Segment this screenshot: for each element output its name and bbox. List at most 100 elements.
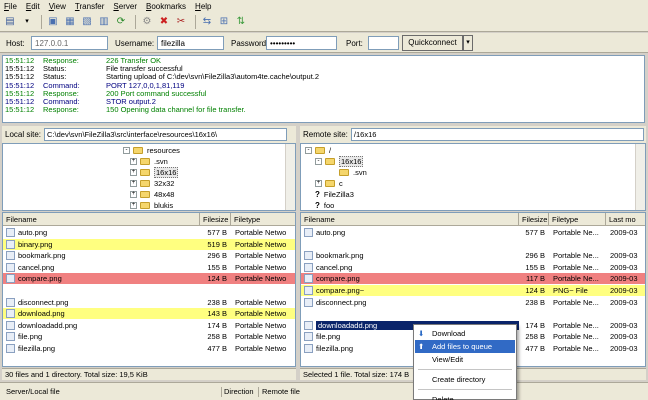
local-tree-scrollbar[interactable] (285, 144, 295, 210)
tree-node[interactable]: + .svn (130, 156, 168, 167)
menu-server[interactable]: Server (113, 1, 137, 13)
host-input[interactable]: 127.0.0.1 (31, 36, 108, 50)
file-size: 238 B (207, 297, 227, 307)
remote-col-filetype[interactable]: Filetype (549, 213, 606, 225)
tree-node[interactable]: + blukis (130, 200, 173, 210)
local-col-filename[interactable]: Filename (3, 213, 200, 225)
compare-icon[interactable]: ⊞ (217, 15, 231, 29)
menu-help[interactable]: Help (195, 1, 211, 13)
file-row[interactable] (3, 285, 295, 296)
tree-node[interactable]: - resources (123, 145, 180, 156)
file-row[interactable]: disconnect.png 238 B Portable Netwo (3, 296, 295, 308)
queue-col-direction[interactable]: Direction (221, 387, 254, 397)
file-type: Portable Netwo (235, 297, 287, 307)
tree-node[interactable]: + c (315, 178, 343, 189)
expand-icon[interactable]: + (315, 180, 322, 187)
local-col-filetype[interactable]: Filetype (231, 213, 295, 225)
refresh-icon[interactable]: ⟳ (114, 15, 128, 29)
file-size: 155 B (207, 262, 227, 272)
expand-icon[interactable]: + (130, 191, 137, 198)
file-row[interactable]: compare.png 124 B Portable Netwo (3, 273, 295, 285)
menu-transfer[interactable]: Transfer (75, 1, 105, 13)
file-row[interactable]: compare.png~ 124 B PNG~ File 2009-03 (301, 285, 645, 296)
expand-icon[interactable]: + (130, 169, 137, 176)
toggle-tree-icon[interactable]: ▦ (63, 15, 77, 29)
site-manager-icon[interactable]: ▤ (3, 15, 17, 29)
toggle-remote-tree-icon[interactable]: ▧ (80, 15, 94, 29)
ctx-delete[interactable]: Delete (415, 393, 515, 400)
file-row[interactable]: filezilla.png 477 B Portable Netwo (3, 343, 295, 354)
file-row[interactable]: binary.png 519 B Portable Netwo (3, 238, 295, 250)
tree-node[interactable]: .svn (329, 167, 367, 178)
menu-edit[interactable]: Edit (26, 1, 40, 13)
png-file-icon (6, 251, 15, 261)
file-row[interactable]: downloadadd.png 174 B Portable Netwo (3, 319, 295, 331)
message-log[interactable]: 15:51:12 Response: 226 Transfer OK 15:51:12… (2, 55, 645, 123)
file-row[interactable]: auto.png 577 B Portable Netwo (3, 227, 295, 238)
ctx-add-files-to-queue[interactable]: ⬆ Add files to queue (415, 340, 515, 353)
file-row[interactable]: compare.png 117 B Portable Ne... 2009-03 (301, 273, 645, 285)
local-file-list[interactable]: Filename Filesize Filetype auto.png 577 B… (2, 212, 296, 367)
menu-bookmarks[interactable]: Bookmarks (146, 1, 186, 13)
file-row[interactable]: file.png 258 B Portable Netwo (3, 331, 295, 343)
reconnect-icon[interactable]: ⇆ (200, 15, 214, 29)
tree-node[interactable]: - 16x16 (315, 156, 364, 167)
menu-label-rest: ransfer (79, 1, 105, 11)
ctx-view-edit[interactable]: View/Edit (415, 353, 515, 366)
quickconnect-button[interactable]: Quickconnect (402, 35, 463, 51)
password-input[interactable]: ••••••••• (266, 36, 337, 50)
disconnect-icon[interactable]: ✂ (174, 15, 188, 29)
file-row[interactable]: disconnect.png 238 B Portable Ne... 2009-03 (301, 296, 645, 308)
local-site-path[interactable]: C:\dev\svn\FileZilla3\src\interface\reso… (44, 128, 288, 141)
download-icon: ⬇ (418, 329, 425, 338)
tree-node[interactable]: +48x48 (130, 189, 174, 200)
file-row[interactable]: bookmark.png 296 B Portable Netwo (3, 250, 295, 262)
remote-site-path[interactable]: /16x16 (350, 128, 644, 141)
collapse-icon[interactable]: - (123, 147, 130, 154)
remote-col-filesize[interactable]: Filesize (519, 213, 549, 225)
menu-view[interactable]: View (49, 1, 66, 13)
queue-col-server[interactable]: Server/Local file (6, 387, 60, 396)
tree-node[interactable]: +16x16 (130, 167, 179, 178)
toggle-queue-icon[interactable]: ▥ (97, 15, 111, 29)
png-file-icon (6, 274, 15, 284)
ctx-download[interactable]: ⬇ Download (415, 327, 515, 340)
folder-icon (325, 158, 335, 165)
expand-icon[interactable]: + (130, 180, 137, 187)
ctx-create-directory[interactable]: Create directory (415, 373, 515, 386)
tree-node[interactable]: ? FileZilla3 (315, 189, 354, 200)
remote-tree-scrollbar[interactable] (635, 144, 645, 210)
menu-file[interactable]: File (4, 1, 17, 13)
local-dir-tree[interactable]: - resources + .svn +16x16 +32x32 +48x48 + blukis (2, 143, 296, 211)
queue-col-remote[interactable]: Remote file (258, 387, 300, 397)
log-line: 15:51:12 Response: 200 Port command succes… (5, 89, 642, 98)
file-row[interactable]: bookmark.png 296 B Portable Ne... 2009-03 (301, 250, 645, 262)
dropdown-arrow-icon[interactable]: ▾ (20, 15, 34, 29)
file-row[interactable] (301, 308, 645, 320)
tree-node[interactable]: +32x32 (130, 178, 174, 189)
file-row[interactable]: download.png 143 B Portable Netwo (3, 308, 295, 320)
remote-col-filename[interactable]: Filename (301, 213, 519, 225)
tree-node[interactable]: ? foo (315, 200, 334, 210)
local-col-filesize[interactable]: Filesize (200, 213, 231, 225)
remote-dir-tree[interactable]: - / -16x16 .svn + c? FileZilla3? foo (300, 143, 646, 211)
remote-col-lastmod[interactable]: Last mo (606, 213, 645, 225)
toggle-log-icon[interactable]: ▣ (46, 15, 60, 29)
toolbar-separator (195, 15, 196, 29)
expand-icon[interactable]: + (130, 158, 137, 165)
file-row[interactable]: cancel.png 155 B Portable Netwo (3, 261, 295, 273)
file-row[interactable] (301, 238, 645, 250)
cancel-icon[interactable]: ✖ (157, 15, 171, 29)
port-input[interactable] (368, 36, 399, 50)
username-input[interactable]: filezilla (157, 36, 224, 50)
file-row[interactable]: auto.png 577 B Portable Ne... 2009-03 (301, 227, 645, 238)
collapse-icon[interactable]: - (305, 147, 312, 154)
collapse-icon[interactable]: - (315, 158, 322, 165)
tree-node[interactable]: - / (305, 145, 331, 156)
process-queue-icon[interactable]: ⚙ (140, 15, 154, 29)
expand-icon[interactable]: + (130, 202, 137, 209)
local-status: 30 files and 1 directory. Total size: 19… (2, 368, 296, 380)
quickconnect-dropdown-icon[interactable]: ▾ (463, 35, 473, 51)
file-row[interactable]: cancel.png 155 B Portable Ne... 2009-03 (301, 261, 645, 273)
sync-browse-icon[interactable]: ⇅ (234, 15, 248, 29)
